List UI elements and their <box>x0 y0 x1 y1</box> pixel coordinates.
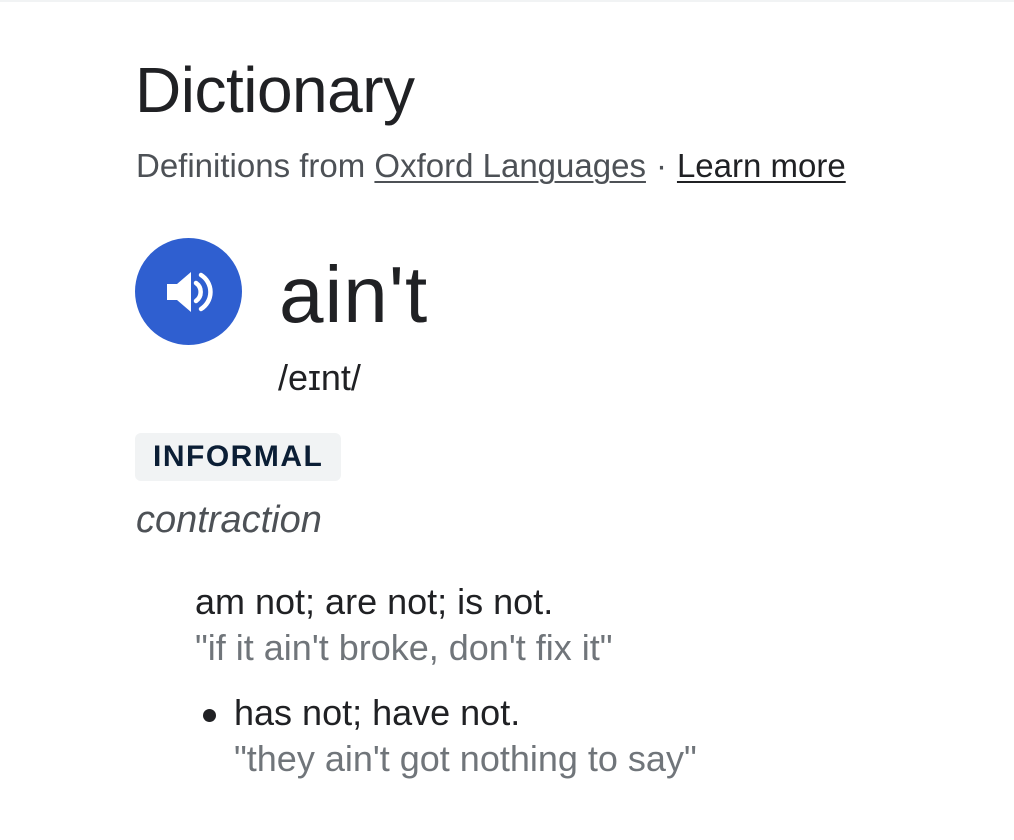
speaker-icon <box>166 271 213 312</box>
definition-example: "they ain't got nothing to say" <box>234 738 697 779</box>
bullet-dot <box>203 709 216 722</box>
definition-example: "if it ain't broke, don't fix it" <box>195 627 613 668</box>
oxford-languages-link[interactable]: Oxford Languages <box>374 147 646 184</box>
definition-text: am not; are not; is not. <box>195 581 554 622</box>
top-divider <box>0 0 1014 2</box>
pronounce-button[interactable] <box>135 238 242 345</box>
headword: ain't <box>279 250 429 339</box>
phonetic-spelling: /eɪnt/ <box>278 357 361 398</box>
register-badge-label: INFORMAL <box>153 440 324 473</box>
source-attribution: Definitions from Oxford Languages · Learn … <box>136 146 846 186</box>
source-prefix: Definitions from <box>136 147 366 184</box>
part-of-speech: contraction <box>136 499 322 541</box>
learn-more-link[interactable]: Learn more <box>677 147 846 184</box>
separator-dot: · <box>655 147 667 184</box>
definition-text: has not; have not. <box>234 692 521 733</box>
register-badge: INFORMAL <box>135 433 342 481</box>
page-title: Dictionary <box>135 54 415 126</box>
